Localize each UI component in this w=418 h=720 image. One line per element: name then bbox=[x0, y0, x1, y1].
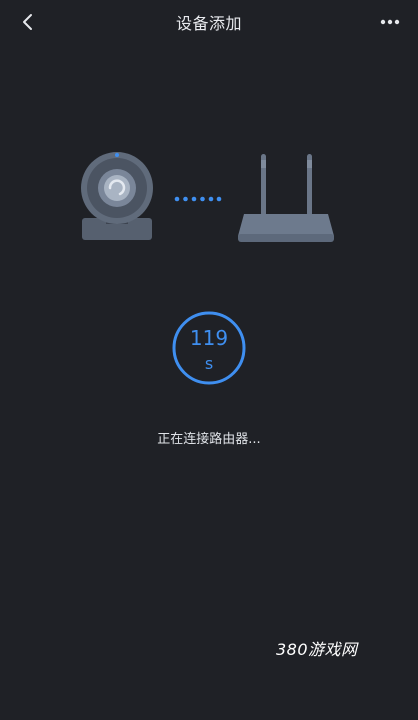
device-add-screen: 设备添加 119 s 正在连接路由器... 380游戏网 bbox=[0, 0, 418, 720]
pairing-illustration bbox=[0, 130, 418, 270]
more-button[interactable] bbox=[376, 8, 404, 36]
watermark: 380游戏网 bbox=[276, 640, 358, 659]
timer-unit: s bbox=[204, 354, 214, 373]
header: 设备添加 bbox=[0, 0, 418, 44]
countdown-timer: 119 s bbox=[171, 306, 247, 390]
timer-value: 119 bbox=[189, 326, 229, 350]
status-text: 正在连接路由器... bbox=[157, 432, 261, 447]
camera-icon bbox=[81, 152, 153, 240]
page-title: 设备添加 bbox=[175, 14, 242, 33]
connecting-dots-icon bbox=[174, 196, 222, 202]
router-icon bbox=[238, 154, 334, 242]
more-horizontal-icon bbox=[380, 19, 400, 25]
